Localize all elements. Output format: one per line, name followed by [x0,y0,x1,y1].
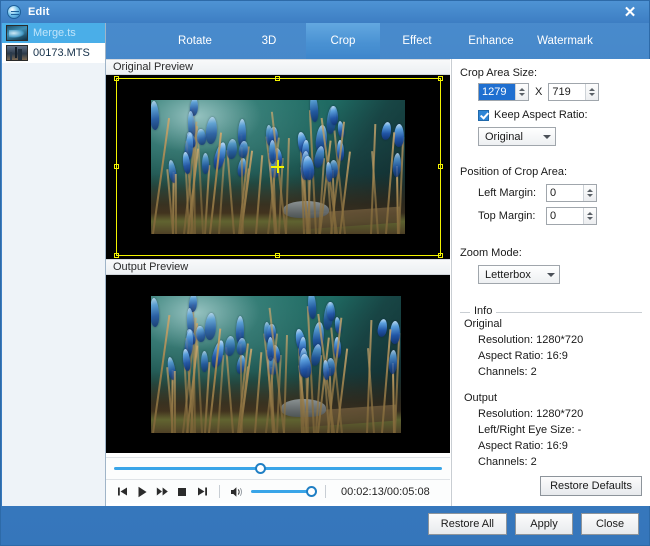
info-original-resolution: Resolution: 1280*720 [478,334,642,346]
crop-center-crosshair-icon [271,160,284,173]
crop-handle-middle-left[interactable] [114,164,119,169]
info-original-aspect-ratio: Aspect Ratio: 16:9 [478,350,642,362]
crop-height-stepper[interactable]: 719 [548,83,599,101]
original-preview-header: Original Preview [106,59,450,75]
reed-layer [151,296,401,433]
tab-enhance[interactable]: Enhance [454,23,528,59]
next-button[interactable] [192,482,212,502]
crop-area-size-label: Crop Area Size: [460,67,650,79]
output-video-frame [151,296,401,433]
play-button[interactable] [132,482,152,502]
tab-crop[interactable]: Crop [306,23,380,59]
video-thumbnail-icon [6,25,28,41]
crop-options-panel: Crop Area Size: 1279 X 719 Keep Aspect R… [451,59,650,506]
seek-slider[interactable] [114,467,442,470]
divider [325,485,326,498]
fast-forward-button[interactable] [152,482,172,502]
crop-handle-bottom-right[interactable] [438,253,443,258]
window-title: Edit [28,6,50,18]
seek-bar-row [106,457,450,479]
zoom-mode-value: Letterbox [485,269,531,281]
output-preview-header: Output Preview [106,259,450,275]
info-output-eye-size: Left/Right Eye Size: - [478,424,642,436]
crop-height-value[interactable]: 719 [549,84,585,100]
seek-slider-knob[interactable] [255,463,266,474]
close-icon[interactable]: ✕ [617,2,643,22]
crop-handle-bottom-left[interactable] [114,253,119,258]
info-output-header: Output [464,392,642,404]
info-original-header: Original [464,318,642,330]
tab-rotate[interactable]: Rotate [158,23,232,59]
stop-button[interactable] [172,482,192,502]
divider [219,485,220,498]
crop-height-arrows[interactable] [585,84,598,100]
original-preview-title: Original Preview [113,61,193,73]
original-preview-video[interactable] [106,75,450,259]
top-margin-label: Top Margin: [478,210,546,222]
list-item-label: 00173.MTS [33,47,90,59]
crop-handle-top-left[interactable] [114,76,119,81]
playback-time: 00:02:13/00:05:08 [341,486,430,498]
top-margin-arrows[interactable] [583,208,596,224]
top-margin-stepper[interactable]: 0 [546,207,597,225]
preview-column: Original Preview [106,59,450,506]
file-list-sidebar: Merge.ts 00173.MTS [2,23,106,506]
previous-button[interactable] [112,482,132,502]
output-preview-video[interactable] [106,275,450,453]
aspect-ratio-select[interactable]: Original [478,127,556,146]
crop-handle-bottom-center[interactable] [275,253,280,258]
chevron-down-icon [547,273,555,277]
app-globe-icon [7,5,21,19]
tab-watermark[interactable]: Watermark [528,23,602,59]
chevron-down-icon [543,135,551,139]
list-item-label: Merge.ts [33,27,76,39]
crop-handle-top-center[interactable] [275,76,280,81]
info-output-aspect-ratio: Aspect Ratio: 16:9 [478,440,642,452]
crop-handle-middle-right[interactable] [438,164,443,169]
content-area: Original Preview [106,59,650,506]
volume-slider-knob[interactable] [306,486,317,497]
zoom-mode-label: Zoom Mode: [460,247,650,259]
apply-button[interactable]: Apply [515,513,573,535]
close-button[interactable]: Close [581,513,639,535]
left-margin-arrows[interactable] [583,185,596,201]
list-item[interactable]: Merge.ts [2,23,105,43]
info-output-resolution: Resolution: 1280*720 [478,408,642,420]
top-margin-value[interactable]: 0 [547,208,583,224]
info-fieldset: Info Original Resolution: 1280*720 Aspec… [460,304,642,468]
keep-aspect-ratio-label: Keep Aspect Ratio: [494,109,588,121]
left-margin-label: Left Margin: [478,187,546,199]
left-margin-value[interactable]: 0 [547,185,583,201]
size-separator: X [535,86,542,98]
edit-dialog: Edit ✕ Merge.ts 00173.MTS Rotate 3D Crop… [0,0,650,546]
crop-width-stepper[interactable]: 1279 [478,83,529,101]
crop-handle-top-right[interactable] [438,76,443,81]
zoom-mode-select[interactable]: Letterbox [478,265,560,284]
aspect-ratio-value: Original [485,131,523,143]
info-legend: Info [470,305,496,317]
info-output-channels: Channels: 2 [478,456,642,468]
speaker-icon[interactable] [227,482,247,502]
output-preview-title: Output Preview [113,261,188,273]
restore-all-button[interactable]: Restore All [428,513,507,535]
title-bar: Edit ✕ [1,1,649,23]
video-thumbnail-icon [6,45,28,61]
crop-width-value[interactable]: 1279 [479,84,515,100]
position-of-crop-area-label: Position of Crop Area: [460,166,650,178]
restore-defaults-button[interactable]: Restore Defaults [540,476,642,496]
list-item[interactable]: 00173.MTS [2,43,105,63]
volume-slider[interactable] [251,490,313,493]
tab-3d[interactable]: 3D [232,23,306,59]
left-margin-stepper[interactable]: 0 [546,184,597,202]
tab-effect[interactable]: Effect [380,23,454,59]
transport-bar: 00:02:13/00:05:08 [106,479,450,503]
crop-width-arrows[interactable] [515,84,528,100]
info-original-channels: Channels: 2 [478,366,642,378]
dialog-footer: Restore All Apply Close [2,504,649,544]
keep-aspect-ratio-checkbox[interactable] [478,110,489,121]
tab-bar: Rotate 3D Crop Effect Enhance Watermark [106,23,650,59]
